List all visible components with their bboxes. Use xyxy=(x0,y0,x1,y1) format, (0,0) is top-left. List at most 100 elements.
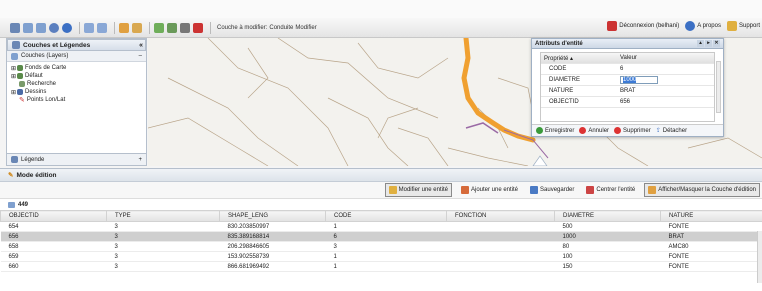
street xyxy=(327,97,409,166)
zoom-in-icon[interactable] xyxy=(23,22,33,33)
street xyxy=(377,107,419,139)
value-column-header[interactable]: Valeur xyxy=(616,55,714,61)
street xyxy=(207,38,349,166)
layers-icon[interactable] xyxy=(167,22,177,33)
toggle-layer-label: Afficher/Masquer la Couche d'édition xyxy=(658,187,756,193)
record-count: 449 xyxy=(18,201,29,208)
table-cell: 1000 xyxy=(554,231,661,242)
add-entity-button[interactable]: Ajouter une entité xyxy=(458,184,521,196)
column-header[interactable]: NATURE xyxy=(660,210,762,222)
minimize-icon[interactable]: – xyxy=(139,53,142,59)
add-entity-label: Ajouter une entité xyxy=(470,187,519,193)
tree-item-points[interactable]: ✎ Points Lon/Lat xyxy=(11,96,146,104)
expand-window-icon[interactable]: ▸ xyxy=(705,40,712,47)
table-row[interactable]: 659 3 153.902558739 1 100 FONTE xyxy=(0,251,762,262)
tree-item-label: Recherche xyxy=(27,81,57,87)
back-icon[interactable] xyxy=(84,22,94,33)
pan-icon[interactable] xyxy=(10,22,20,33)
zoom-out-icon[interactable] xyxy=(36,22,46,33)
property-key: NATURE xyxy=(549,88,574,94)
table-cell: 80 xyxy=(554,241,661,252)
property-column-header[interactable]: Propriété ▴ xyxy=(541,55,616,62)
column-header[interactable]: FONCTION xyxy=(446,210,555,222)
logout-link[interactable]: Déconnexion (belhani) xyxy=(607,21,679,31)
detach-button[interactable]: ⇪ Détacher xyxy=(656,127,687,134)
edit-entity-button[interactable]: Modifier une entité xyxy=(384,183,452,197)
table-row[interactable]: 660 3 866.681969492 1 150 FONTE xyxy=(0,261,762,272)
table-header-row: OBJECTID TYPE SHAPE_LENG CODE FONCTION D… xyxy=(0,210,762,222)
column-header[interactable]: OBJECTID xyxy=(0,210,107,222)
property-row[interactable]: OBJECTID 656 xyxy=(541,97,714,108)
tree-item-label: Défaut xyxy=(25,73,43,79)
area-icon[interactable] xyxy=(132,22,142,33)
legend-icon xyxy=(11,156,18,163)
street xyxy=(687,137,762,159)
popup-pointer xyxy=(532,155,548,166)
tree-item-search[interactable]: Recherche xyxy=(11,80,146,88)
tree-item-label: Points Lon/Lat xyxy=(26,97,66,103)
center-entity-button[interactable]: Centrer l'entité xyxy=(583,184,638,196)
table-cell: 3 xyxy=(325,241,447,252)
edit-mode-panel: ✎ Mode édition Modifier une entité Ajout… xyxy=(0,168,762,291)
save-button[interactable]: Enregistrer xyxy=(536,126,574,134)
collapse-window-icon[interactable]: ▴ xyxy=(697,40,704,47)
expand-legend-icon[interactable]: + xyxy=(138,157,142,163)
table-cell: 150 xyxy=(554,261,661,272)
property-grid-scrollbar[interactable] xyxy=(716,61,721,113)
edit-action-value: Modifier xyxy=(295,24,317,31)
column-header[interactable]: SHAPE_LENG xyxy=(219,210,326,222)
tree-item-basemaps[interactable]: ⊞ Fonds de Carte xyxy=(11,64,146,72)
column-header[interactable]: CODE xyxy=(325,210,447,222)
close-window-icon[interactable]: ✕ xyxy=(713,40,720,47)
attribute-table: OBJECTID TYPE SHAPE_LENG CODE FONCTION D… xyxy=(0,210,762,272)
table-row-selected[interactable]: 656 3 835.389168814 6 1000 BRAT xyxy=(0,231,762,242)
property-value[interactable]: 656 xyxy=(616,99,714,105)
table-cell: 1 xyxy=(325,261,447,272)
diameter-input[interactable]: 1000 xyxy=(620,76,658,84)
selected-pipe[interactable] xyxy=(461,38,536,143)
delete-button[interactable]: Supprimer xyxy=(614,126,651,134)
column-header[interactable]: TYPE xyxy=(106,210,220,222)
pin-icon[interactable] xyxy=(193,22,203,33)
toolbar-divider xyxy=(79,21,80,34)
tree-item-default[interactable]: ⊞ Défaut xyxy=(11,72,146,80)
property-row[interactable]: DIAMETRE 1000 xyxy=(541,75,714,86)
collapse-icon[interactable]: « xyxy=(139,42,143,49)
table-cell: 1 xyxy=(325,221,447,232)
table-cell xyxy=(446,221,555,232)
globe-icon[interactable] xyxy=(49,22,59,33)
property-key: CODE xyxy=(549,66,567,72)
property-row[interactable]: CODE 6 xyxy=(541,64,714,75)
legend-bar[interactable]: Légende + xyxy=(7,153,146,165)
center-entity-label: Centrer l'entité xyxy=(596,187,636,193)
about-link[interactable]: A propos xyxy=(685,21,721,31)
layers-subheader[interactable]: Couches (Layers) – xyxy=(7,51,146,62)
table-row[interactable]: 654 3 830.203850997 1 500 FONTE xyxy=(0,221,762,232)
select-icon[interactable] xyxy=(154,22,164,33)
info-icon[interactable] xyxy=(62,22,72,33)
table-cell: 206.298846605 xyxy=(219,241,326,252)
table-row[interactable]: 658 3 206.298846605 3 80 AMC80 xyxy=(0,241,762,252)
folder-icon xyxy=(17,65,23,71)
property-value[interactable]: BRAT xyxy=(616,88,714,94)
save-edits-button[interactable]: Sauvegarder xyxy=(527,184,577,196)
table-cell: 830.203850997 xyxy=(219,221,326,232)
folder-icon xyxy=(11,52,18,60)
toggle-layer-button[interactable]: Afficher/Masquer la Couche d'édition xyxy=(644,183,760,197)
edit-toolbar: Modifier une entité Ajouter une entité S… xyxy=(0,182,762,199)
property-value-editor[interactable]: 1000 xyxy=(616,76,714,84)
property-row[interactable]: NATURE BRAT xyxy=(541,86,714,97)
disk-icon xyxy=(530,186,539,194)
print-icon[interactable] xyxy=(180,22,190,33)
column-header[interactable]: DIAMETRE xyxy=(554,210,661,222)
layer-icon xyxy=(19,81,25,87)
table-scrollbar[interactable] xyxy=(757,231,762,283)
table-cell: 660 xyxy=(0,261,107,272)
support-link[interactable]: Support xyxy=(726,21,760,31)
property-value[interactable]: 6 xyxy=(616,66,714,72)
cancel-button[interactable]: Annuler xyxy=(579,126,609,134)
street xyxy=(497,77,534,114)
tree-item-drawings[interactable]: ⊞ Dessins xyxy=(11,88,146,96)
forward-icon[interactable] xyxy=(97,22,107,33)
measure-icon[interactable] xyxy=(119,22,129,33)
